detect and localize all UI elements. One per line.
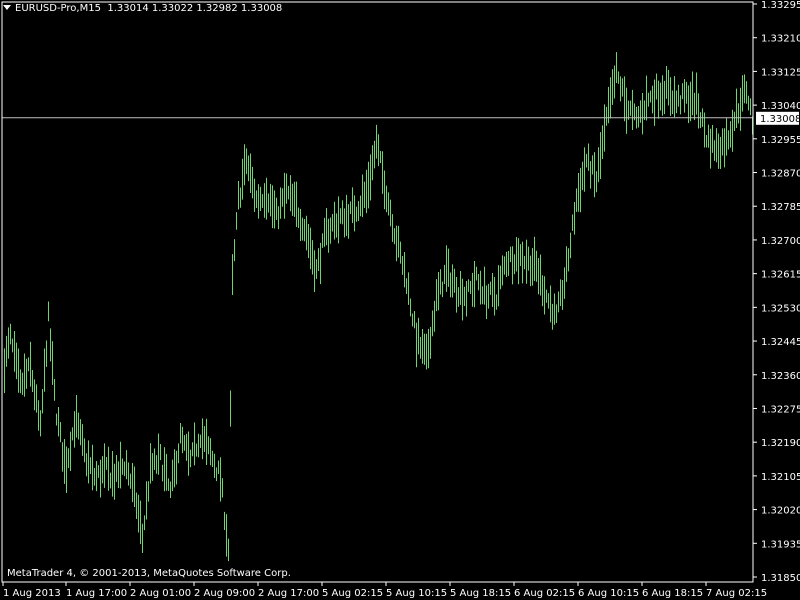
current-price-label: 1.33008 — [756, 111, 800, 125]
symbol-label: EURUSD-Pro,M15 — [15, 3, 101, 14]
price-chart[interactable]: 1.33295 1.33210 1.33125 1.33040 1.32955 1.328… — [0, 0, 800, 600]
chart-header: EURUSD-Pro,M15 1.33014 1.33022 1.32982 1… — [3, 3, 282, 14]
ohlc-values: 1.33014 1.33022 1.32982 1.33008 — [107, 3, 283, 14]
bar-series — [4, 52, 753, 562]
x-tick-label: 1 Aug 17:00 — [66, 588, 127, 599]
current-price-text: 1.33008 — [760, 114, 800, 125]
x-tick-label: 5 Aug 10:15 — [386, 588, 447, 599]
x-tick-label: 1 Aug 2013 — [3, 588, 61, 599]
y-tick-label: 1.33125 — [761, 67, 800, 78]
y-tick-label: 1.32870 — [761, 169, 800, 180]
y-tick-label: 1.32445 — [761, 337, 800, 348]
y-tick-label: 1.32955 — [761, 135, 800, 146]
x-tick-label: 2 Aug 01:00 — [130, 588, 191, 599]
x-tick-label: 6 Aug 02:15 — [514, 588, 575, 599]
x-tick-label: 5 Aug 02:15 — [322, 588, 383, 599]
x-tick-label: 2 Aug 17:00 — [258, 588, 319, 599]
dropdown-triangle-icon[interactable] — [3, 5, 11, 10]
y-tick-label: 1.32615 — [761, 270, 800, 281]
y-tick-label: 1.32020 — [761, 506, 800, 517]
y-tick-label: 1.33210 — [761, 34, 800, 45]
x-tick-label: 6 Aug 18:15 — [642, 588, 703, 599]
y-tick-label: 1.32190 — [761, 438, 800, 449]
y-tick-label: 1.32700 — [761, 236, 800, 247]
y-tick-label: 1.32785 — [761, 202, 800, 213]
x-tick-label: 6 Aug 10:15 — [578, 588, 639, 599]
x-tick-label: 7 Aug 02:15 — [706, 588, 767, 599]
y-tick-label: 1.33040 — [761, 101, 800, 112]
x-tick-label: 2 Aug 09:00 — [194, 588, 255, 599]
time-axis: 1 Aug 2013 1 Aug 17:00 2 Aug 01:00 2 Aug 09… — [2, 582, 767, 599]
y-tick-label: 1.33295 — [761, 0, 800, 11]
y-tick-label: 1.32275 — [761, 404, 800, 415]
y-tick-label: 1.32530 — [761, 303, 800, 314]
y-tick-label: 1.31850 — [761, 573, 800, 584]
y-tick-label: 1.31935 — [761, 539, 800, 550]
x-tick-label: 5 Aug 18:15 — [450, 588, 511, 599]
y-tick-label: 1.32360 — [761, 371, 800, 382]
y-tick-label: 1.32105 — [761, 472, 800, 483]
copyright-text: MetaTrader 4, © 2001-2013, MetaQuotes So… — [7, 568, 291, 579]
price-axis: 1.33295 1.33210 1.33125 1.33040 1.32955 1.328… — [753, 0, 800, 584]
